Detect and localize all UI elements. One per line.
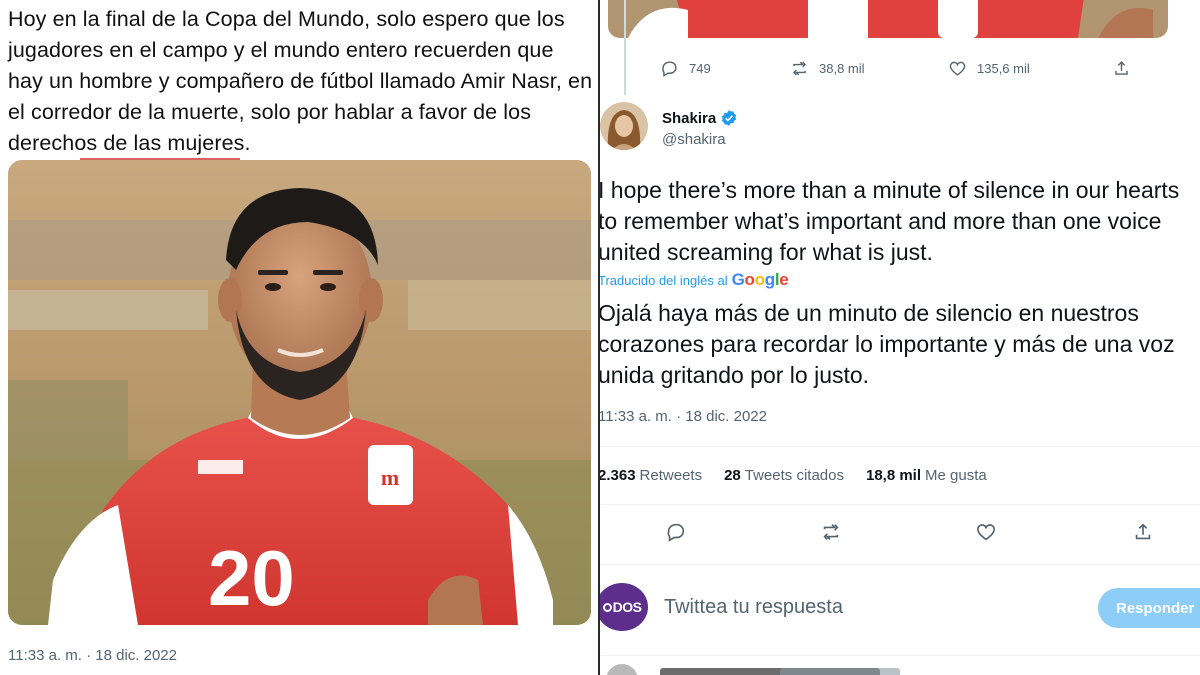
share-icon (1135, 523, 1151, 540)
verified-badge-icon (722, 110, 737, 126)
translation-attribution[interactable]: Traducido del inglés al Google (600, 270, 789, 290)
svg-text:m: m (381, 465, 399, 490)
share-icon (1115, 60, 1128, 75)
quotes-stat[interactable]: 28 Tweets citados (724, 467, 844, 484)
like-count: 135,6 mil (977, 60, 1030, 76)
likes-count: 18,8 mil (865, 467, 922, 484)
reply-user-avatar[interactable]: DOS (600, 583, 648, 631)
google-logo: Google (731, 270, 789, 289)
left-tweet-panel: Hoy en la final de la Copa del Mundo, so… (0, 0, 598, 675)
tweet-stats: 2.363 Retweets 28 Tweets citados 18,8 mil M… (600, 467, 987, 484)
like-action[interactable]: 135,6 mil (948, 59, 1030, 78)
reply-button[interactable]: Responder (1098, 588, 1200, 628)
author-name: Shakira (662, 109, 717, 127)
quotes-count: 28 (724, 467, 741, 484)
quotes-label: Tweets citados (744, 467, 844, 484)
heart-icon (976, 524, 996, 541)
previous-tweet-photo[interactable] (608, 0, 1168, 38)
tweet-original-text: I hope there’s more than a minute of sil… (600, 177, 1180, 265)
retweet-icon (792, 61, 807, 75)
right-tweet-panel: 749 38,8 mil 135,6 mil Shakira @shakira … (600, 0, 1200, 675)
reply-action[interactable] (665, 521, 687, 543)
divider (600, 504, 1200, 505)
retweet-icon (823, 524, 839, 540)
reply-input[interactable]: Twittea tu respuesta (664, 596, 843, 619)
avatar-text: DOS (612, 599, 642, 615)
likes-label: Me gusta (925, 467, 987, 484)
previous-tweet-actions: 749 38,8 mil 135,6 mil (660, 57, 1180, 79)
divider (600, 655, 1200, 656)
author-handle[interactable]: @shakira (662, 131, 726, 148)
tweet-timestamp[interactable]: 11:33 a. m. · 18 dic. 2022 (600, 408, 767, 425)
shirt-number: 20 (208, 534, 295, 622)
share-action[interactable] (1132, 521, 1154, 543)
translated-label: Traducido del inglés al (600, 272, 728, 288)
logo-ring-icon (602, 602, 612, 612)
divider (600, 564, 1200, 565)
retweets-label: Retweets (639, 467, 703, 484)
tweet-actions (665, 520, 1185, 544)
next-reply-row[interactable] (600, 660, 1200, 675)
reply-count: 749 (689, 60, 711, 76)
reply-action[interactable]: 749 (660, 59, 711, 78)
tweet-timestamp[interactable]: 11:33 a. m. · 18 dic. 2022 (8, 647, 177, 664)
tweet-text: Hoy en la final de la Copa del Mundo, so… (8, 7, 593, 155)
reply-icon (667, 523, 685, 542)
retweets-stat[interactable]: 2.363 Retweets (600, 467, 702, 484)
tweet-translated-text: Ojalá haya más de un minuto de silencio … (600, 300, 1175, 388)
player-photo-illustration: m 20 (8, 160, 591, 625)
like-action[interactable] (975, 521, 997, 543)
likes-stat[interactable]: 18,8 mil Me gusta (866, 467, 987, 484)
tweet-photo[interactable]: m 20 (8, 160, 591, 625)
thread-line (624, 0, 626, 95)
share-action[interactable] (1112, 59, 1131, 78)
retweet-action[interactable]: 38,8 mil (790, 59, 865, 78)
retweets-count: 2.363 (600, 467, 636, 484)
reply-icon (662, 60, 677, 77)
heart-icon (949, 61, 966, 76)
author-name-row[interactable]: Shakira (662, 109, 738, 127)
divider (600, 446, 1200, 447)
avatar[interactable] (600, 102, 648, 150)
retweet-count: 38,8 mil (819, 60, 865, 76)
retweet-action[interactable] (820, 521, 842, 543)
